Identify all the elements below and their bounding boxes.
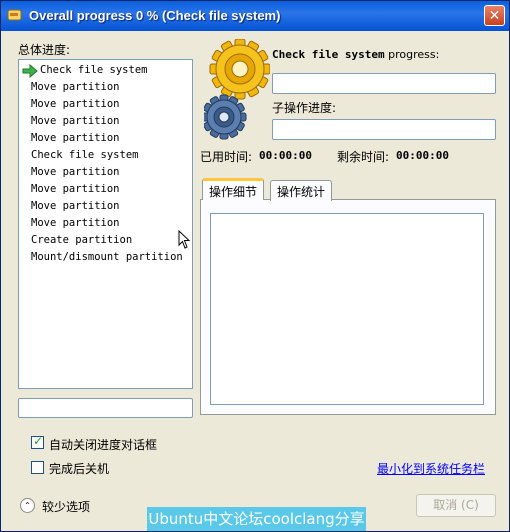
operation-item: Move partition [31,217,120,229]
title-bar[interactable]: Overall progress 0 % (Check file system)… [1,1,509,31]
operation-progress-label: Check file system progress: [272,47,439,61]
check-icon: ✓ [33,434,44,448]
operation-name: Check file system [272,48,385,61]
current-operation-arrow-icon [22,64,38,78]
operations-list[interactable]: Check file system Move partition Move pa… [18,59,193,389]
tab-operation-statistics[interactable]: 操作统计 [270,180,333,201]
sub-operation-label: 子操作进度: [272,101,337,115]
operation-item: Check file system [31,149,139,161]
gears-icon [204,39,270,140]
operation-item: Move partition [31,132,120,144]
operation-item: Move partition [31,183,120,195]
cancel-button[interactable]: 取消 (C) [416,494,496,517]
operation-item: Move partition [31,98,120,110]
auto-close-label: 自动关闭进度对话框 [49,438,158,452]
minimize-to-tray-link[interactable]: 最小化到系统任务栏 [377,460,485,477]
mouse-cursor-icon [178,230,191,249]
progress-dialog: Overall progress 0 % (Check file system)… [0,0,510,532]
sub-operation-progress-bar [272,119,496,140]
tab-operation-details[interactable]: 操作细节 [202,178,265,200]
auto-close-checkbox[interactable]: ✓ [31,434,44,449]
operation-item: Move partition [31,200,120,212]
watermark-banner: Ubuntu中文论坛coolclang分享 [147,507,366,531]
operation-item: Move partition [31,81,120,93]
operation-item: Check file system [40,64,148,76]
app-icon [7,9,22,21]
elapsed-value: 00:00:00 [259,149,312,162]
operation-item: Create partition [31,234,133,246]
remaining-value: 00:00:00 [396,149,449,162]
collapse-chevron-up-icon[interactable]: ⌃ [20,498,35,513]
window-title: Overall progress 0 % (Check file system) [29,8,281,23]
overall-progress-label: 总体进度: [18,43,71,57]
close-button[interactable]: ✕ [484,5,505,26]
operation-item: Move partition [31,115,120,127]
fewer-options-label[interactable]: 较少选项 [42,498,90,515]
overall-progress-bar [18,398,193,418]
shutdown-label: 完成后关机 [49,462,110,476]
elapsed-label: 已用时间: [200,150,253,164]
shutdown-checkbox[interactable] [31,461,44,474]
operation-details-box [210,213,484,405]
progress-suffix: progress: [384,48,440,61]
operation-progress-bar [272,73,496,94]
operation-item: Move partition [31,166,120,178]
remaining-label: 剩余时间: [337,150,390,164]
operation-item: Mount/dismount partition [31,251,183,263]
